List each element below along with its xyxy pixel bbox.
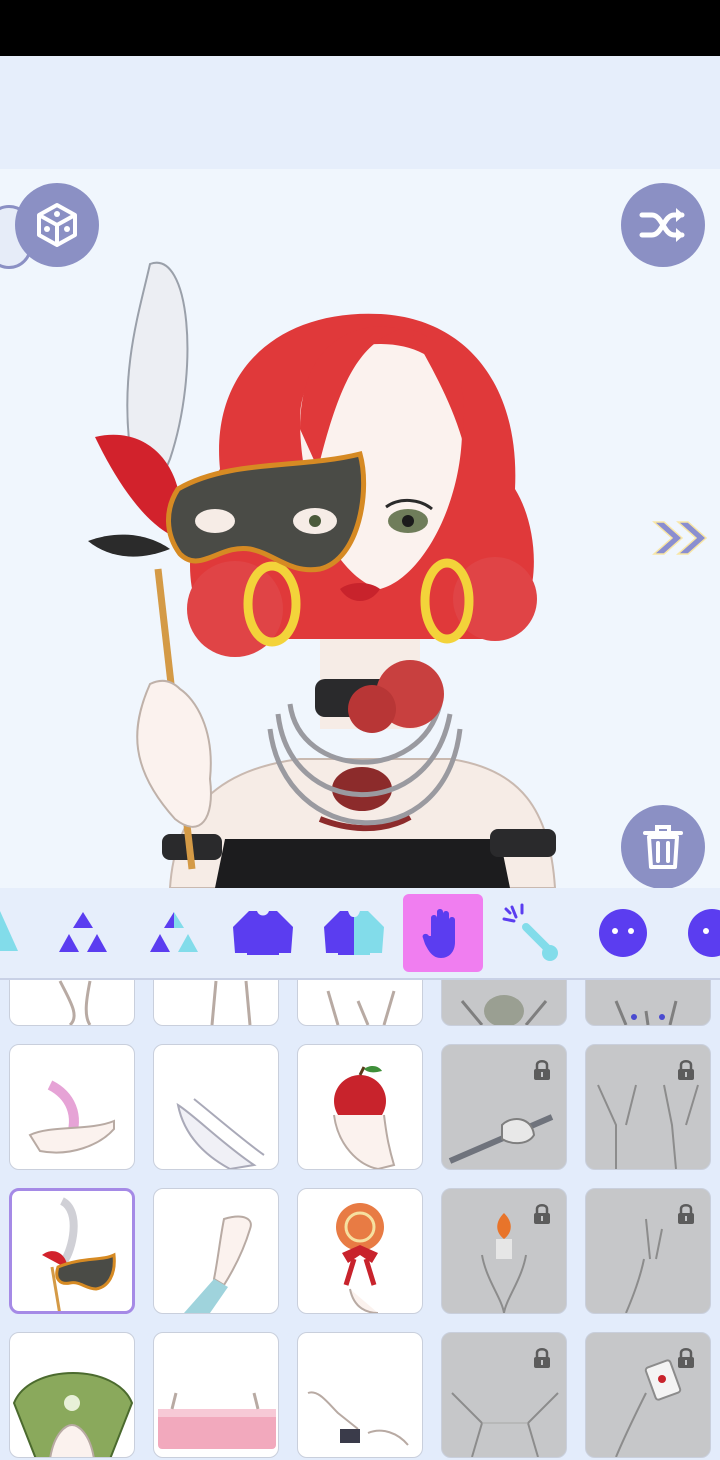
money-fan-art bbox=[12, 1372, 134, 1457]
tab-triangles-split[interactable] bbox=[134, 894, 214, 972]
raised-hand-blue-art bbox=[184, 1215, 252, 1313]
item-card[interactable] bbox=[585, 1044, 711, 1170]
item-card[interactable] bbox=[153, 1188, 279, 1314]
magic-wand-icon bbox=[502, 903, 558, 961]
tab-tops-split[interactable] bbox=[314, 894, 394, 972]
item-card-selected[interactable] bbox=[9, 1188, 135, 1314]
item-card[interactable] bbox=[441, 1332, 567, 1458]
hand-down-art bbox=[210, 980, 252, 1025]
hand-icon bbox=[422, 909, 455, 958]
shuffle-button[interactable] bbox=[621, 183, 705, 267]
shuffle-icon bbox=[639, 208, 685, 242]
top-shirt-icon bbox=[233, 911, 293, 955]
lock-icon bbox=[534, 1204, 550, 1224]
lollipop-art bbox=[336, 1203, 384, 1313]
tab-hands[interactable] bbox=[403, 894, 483, 972]
pink-banner-art bbox=[158, 1392, 276, 1449]
double-chevron-right-icon bbox=[652, 521, 708, 555]
top-shirt-split-icon bbox=[324, 911, 384, 955]
item-grid bbox=[0, 980, 720, 1460]
tab-partial[interactable] bbox=[0, 894, 40, 972]
tab-face-split[interactable] bbox=[672, 894, 720, 972]
item-card[interactable] bbox=[9, 1044, 135, 1170]
status-bar bbox=[0, 0, 720, 56]
lock-icon bbox=[534, 1060, 550, 1080]
feather-hand-art bbox=[28, 1080, 115, 1154]
tab-triangles[interactable] bbox=[43, 894, 123, 972]
tab-tops[interactable] bbox=[223, 894, 303, 972]
item-card[interactable] bbox=[153, 1044, 279, 1170]
face-split-icon bbox=[688, 909, 720, 957]
lock-icon bbox=[678, 1204, 694, 1224]
partial-hair-icon bbox=[0, 911, 18, 951]
mask-stick-art bbox=[42, 1197, 116, 1311]
hands-skeleton-art bbox=[460, 995, 548, 1025]
hands-claws-art bbox=[614, 1000, 678, 1025]
next-arrow-button[interactable] bbox=[650, 518, 712, 558]
item-card[interactable] bbox=[585, 980, 711, 1026]
item-card[interactable] bbox=[297, 980, 423, 1026]
item-card[interactable] bbox=[297, 1332, 423, 1458]
item-card[interactable] bbox=[153, 980, 279, 1026]
cuffed-hands-art bbox=[307, 1391, 409, 1446]
character-illustration bbox=[88, 261, 557, 888]
item-card[interactable] bbox=[441, 1044, 567, 1170]
trash-icon bbox=[643, 825, 683, 869]
item-card[interactable] bbox=[297, 1188, 423, 1314]
item-card[interactable] bbox=[441, 1188, 567, 1314]
item-card[interactable] bbox=[441, 980, 567, 1026]
lock-icon bbox=[678, 1060, 694, 1080]
top-band bbox=[0, 56, 720, 169]
item-card[interactable] bbox=[153, 1332, 279, 1458]
category-tab-bar bbox=[0, 888, 720, 980]
triangles-icon bbox=[59, 912, 107, 952]
apple-hand-art bbox=[333, 1065, 396, 1169]
item-card[interactable] bbox=[9, 1332, 135, 1458]
item-card[interactable] bbox=[585, 1332, 711, 1458]
random-dice-button[interactable] bbox=[15, 183, 99, 267]
character-stage bbox=[0, 169, 720, 888]
triangles-split-icon bbox=[150, 912, 198, 952]
hands-pair-art bbox=[326, 990, 396, 1025]
face-icon bbox=[599, 909, 647, 957]
tab-face[interactable] bbox=[583, 894, 663, 972]
item-card[interactable] bbox=[297, 1044, 423, 1170]
item-card[interactable] bbox=[9, 980, 135, 1026]
delete-button[interactable] bbox=[621, 805, 705, 889]
tab-magic[interactable] bbox=[492, 894, 572, 972]
lock-icon bbox=[678, 1348, 694, 1368]
dice-icon bbox=[37, 203, 77, 247]
praying-hands-art bbox=[176, 1098, 265, 1169]
hand-down-art bbox=[58, 980, 92, 1025]
item-card[interactable] bbox=[585, 1188, 711, 1314]
lock-icon bbox=[534, 1348, 550, 1368]
